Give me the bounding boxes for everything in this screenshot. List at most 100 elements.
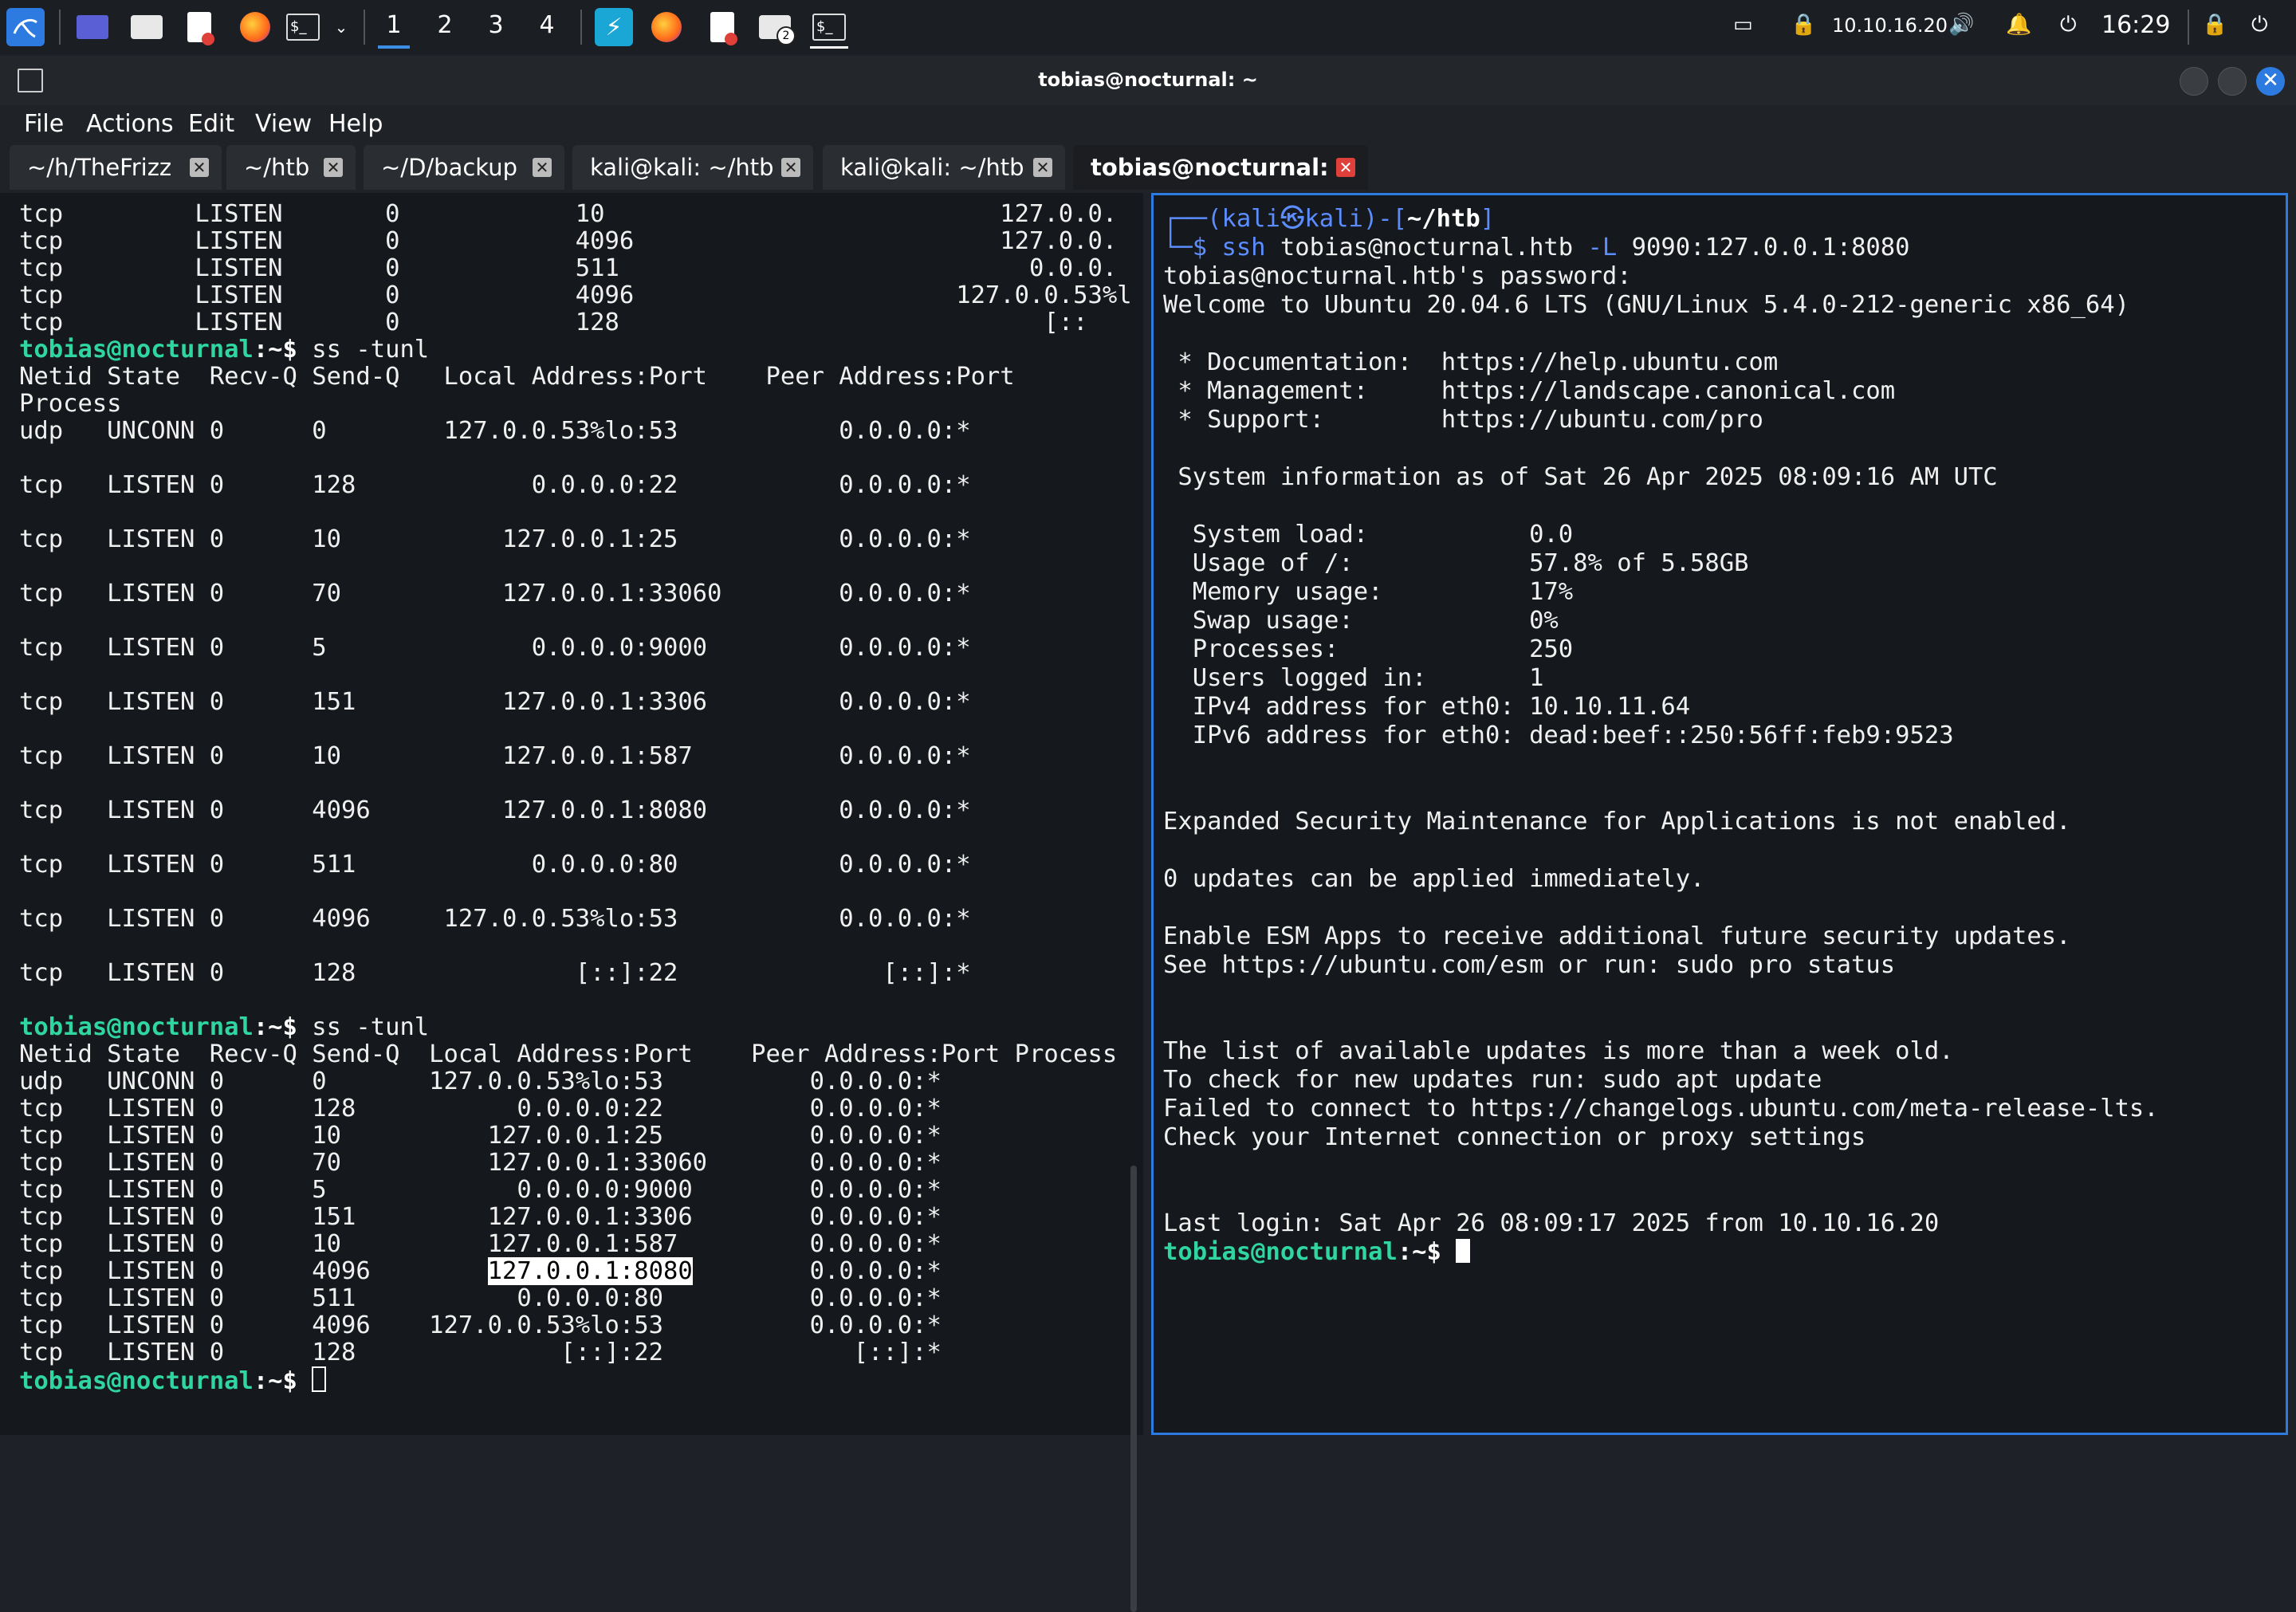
terminal-window-icon[interactable]: $_ (810, 8, 848, 49)
window-titlebar[interactable]: tobias@nocturnal: ~ ✕ (0, 56, 2296, 105)
table-row: tcp LISTEN 0 4096 127.0.0.1:8080 0.0.0.0… (19, 796, 971, 824)
terminal-line: Last login: Sat Apr 26 08:09:17 2025 fro… (1163, 1209, 1940, 1237)
clock[interactable]: 16:29 (2101, 11, 2170, 39)
table-row: Netid State Recv-Q Send-Q Local Address:… (19, 363, 1015, 391)
prompt-user: tobias@nocturnal (19, 1367, 254, 1395)
desktop-icon[interactable] (73, 8, 112, 46)
notification-bell-icon[interactable]: 🔔 (2006, 13, 2031, 37)
menubar: File Actions Edit View Help (0, 105, 2296, 144)
burp-icon[interactable]: ⚡ (595, 8, 633, 46)
tab-thefrizz[interactable]: ~/h/TheFrizz ✕ (10, 145, 222, 190)
cursor (1456, 1239, 1471, 1263)
table-row: tcp LISTEN 0 151 127.0.0.1:3306 0.0.0.0:… (19, 688, 971, 716)
terminal-line: Check your Internet connection or proxy … (1163, 1123, 1866, 1151)
terminal-line: Swap usage: 0% (1163, 607, 1559, 635)
table-row: Process (19, 390, 122, 418)
firefox-icon[interactable] (236, 8, 274, 46)
table-row: tcp LISTEN 0 10 127.0.0.1:25 0.0.0.0:* (19, 1122, 942, 1150)
terminal-line: Enable ESM Apps to receive additional fu… (1163, 922, 2071, 950)
taskbar: $_ ⌄ 1 2 3 4 ⚡ 2 $_ ▭ 🔒 10.10.16.20 🔊 🔔 … (0, 0, 2296, 54)
menu-actions[interactable]: Actions (86, 110, 174, 138)
command: ss -tunl (297, 336, 430, 364)
terminal-line: IPv4 address for eth0: 10.10.11.64 (1163, 693, 1691, 721)
table-row: tcp LISTEN 0 4096 127.0.0.53%lo:53 0.0.0… (19, 1311, 942, 1339)
prompt-host: kali㉿kali (1221, 205, 1363, 233)
terminal-line: See https://ubuntu.com/esm or run: sudo … (1163, 951, 1896, 979)
window-title: tobias@nocturnal: ~ (1038, 69, 1258, 91)
table-row: tcp LISTEN 0 151 127.0.0.1:3306 0.0.0.0:… (19, 1203, 942, 1231)
command: ssh (1207, 234, 1266, 261)
prompt-frame: └─$ (1163, 234, 1208, 261)
tab-tobias-nocturnal[interactable]: tobias@nocturnal: ~ ✕ (1073, 145, 1368, 190)
tab-kali-htb-1[interactable]: kali@kali: ~/htb ✕ (572, 145, 813, 190)
terminal-line: Users logged in: 1 (1163, 664, 1544, 692)
kali-menu-icon[interactable] (6, 8, 45, 46)
power-manager-icon[interactable]: ⏻ (2060, 13, 2077, 37)
tab-close-icon[interactable]: ✕ (533, 158, 552, 177)
prompt-frame: ] (1480, 205, 1496, 233)
table-row: tcp LISTEN 0 511 0.0.0. (19, 254, 1118, 282)
terminal-line: * Management: https://landscape.canonica… (1163, 377, 1896, 405)
right-terminal-pane[interactable]: ┌──(kali㉿kali)-[~/htb] └─$ ssh tobias@no… (1151, 193, 2288, 1435)
scrollbar[interactable] (1130, 1166, 1137, 1612)
volume-icon[interactable]: 🔊 (1948, 13, 1974, 37)
tab-backup[interactable]: ~/D/backup ✕ (364, 145, 564, 190)
tab-close-icon[interactable]: ✕ (190, 158, 209, 177)
table-header: Netid State Recv-Q Send-Q Local Address:… (19, 1040, 1118, 1068)
right-terminal-output: ┌──(kali㉿kali)-[~/htb] └─$ ssh tobias@no… (1163, 205, 2159, 1267)
table-row: tcp LISTEN 0 128 0.0.0.0:22 0.0.0.0:* (19, 471, 971, 499)
ip-address: 10.10.16.20 (1832, 14, 1948, 37)
menu-help[interactable]: Help (328, 110, 383, 138)
tab-close-icon[interactable]: ✕ (324, 158, 343, 177)
menu-view[interactable]: View (255, 110, 312, 138)
maximize-button[interactable] (2218, 67, 2247, 96)
logout-icon[interactable]: ⏻ (2251, 13, 2268, 37)
chevron-down-icon[interactable]: ⌄ (322, 8, 360, 46)
terminal-line: * Documentation: https://help.ubuntu.com (1163, 348, 1779, 376)
prompt-path: :~$ (253, 336, 297, 364)
tab-htb[interactable]: ~/htb ✕ (226, 145, 356, 190)
display-icon[interactable]: ▭ (1733, 13, 1753, 37)
firefox-window-icon[interactable] (647, 8, 686, 46)
file-manager-icon[interactable] (128, 8, 166, 46)
prompt-dir: ~/htb (1406, 205, 1480, 233)
table-row: tcp LISTEN 0 128 [:: (19, 309, 1088, 336)
menu-edit[interactable]: Edit (188, 110, 234, 138)
left-terminal-pane[interactable]: tcp LISTEN 0 10 127.0.0. tcp LISTEN 0 40… (0, 193, 1143, 1612)
tab-label: kali@kali: ~/htb (590, 154, 774, 181)
menu-file[interactable]: File (24, 110, 64, 138)
tab-close-icon[interactable]: ✕ (781, 158, 800, 177)
terminal-line: System load: 0.0 (1163, 521, 1574, 548)
text-editor-window-icon[interactable] (703, 8, 741, 46)
close-button[interactable]: ✕ (2256, 67, 2285, 96)
prompt-path: :~$ (253, 1013, 297, 1041)
tab-label: ~/D/backup (381, 154, 517, 181)
terminal-icon[interactable]: $_ (284, 8, 322, 46)
workspace-4[interactable]: 4 (531, 11, 563, 39)
prompt-user: tobias@nocturnal (1163, 1238, 1398, 1266)
tab-kali-htb-2[interactable]: kali@kali: ~/htb ✕ (823, 145, 1065, 190)
terminal-line: To check for new updates run: sudo apt u… (1163, 1066, 1822, 1094)
workspace-1[interactable]: 1 (378, 11, 410, 49)
highlighted-selection: 127.0.0.1:8080 (487, 1257, 693, 1285)
terminal-line: The list of available updates is more th… (1163, 1037, 1954, 1065)
terminal-line: Welcome to Ubuntu 20.04.6 LTS (GNU/Linux… (1163, 291, 2129, 319)
command-arg: 9090:127.0.0.1:8080 (1617, 234, 1910, 261)
table-row: 0.0.0.0:* (692, 1257, 942, 1285)
file-manager-window-icon[interactable]: 2 (756, 8, 796, 46)
table-row: udp UNCONN 0 0 127.0.0.53%lo:53 0.0.0.0:… (19, 1067, 942, 1095)
command-flag: -L (1573, 234, 1618, 261)
tab-close-icon[interactable]: ✕ (1033, 158, 1052, 177)
tab-close-icon[interactable]: ✕ (1336, 158, 1355, 177)
table-row: tcp LISTEN 0 511 0.0.0.0:80 0.0.0.0:* (19, 1284, 942, 1312)
tab-label: tobias@nocturnal: ~ (1091, 154, 1357, 181)
vpn-lock-icon[interactable]: 🔒 (1791, 13, 1816, 37)
workspace-3[interactable]: 3 (480, 11, 512, 39)
command: ss -tunl (297, 1013, 430, 1041)
workspace-2[interactable]: 2 (429, 11, 461, 39)
lock-screen-icon[interactable]: 🔒 (2202, 13, 2227, 37)
text-editor-icon[interactable] (180, 8, 218, 46)
prompt-path: :~$ (1397, 1238, 1441, 1266)
minimize-button[interactable] (2180, 67, 2208, 96)
terminal-line: Processes: 250 (1163, 635, 1574, 663)
